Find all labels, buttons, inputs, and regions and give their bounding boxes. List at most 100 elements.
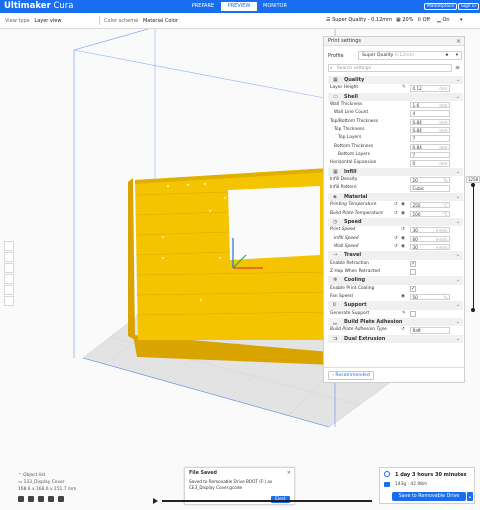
settings-category-dual-extrusion[interactable]: ⇉ Dual Extrusion ⌄ bbox=[328, 334, 463, 343]
scale-tool-icon[interactable] bbox=[4, 252, 14, 262]
setting-value-field[interactable]: 7 bbox=[410, 152, 450, 159]
setting-checkbox[interactable]: ✓ bbox=[410, 260, 417, 267]
link-icon[interactable]: ✎ bbox=[402, 84, 406, 92]
settings-category-cooling[interactable]: ❄ Cooling ⌄ bbox=[328, 276, 463, 285]
tab-monitor[interactable]: MONITOR bbox=[257, 2, 293, 11]
support-indicator[interactable]: ⌷ Off bbox=[418, 17, 430, 23]
setting-value-field[interactable]: 0.84 mm bbox=[410, 143, 450, 150]
profile-label: Profile bbox=[328, 53, 344, 59]
setting-value-field[interactable]: Cubic bbox=[410, 185, 450, 192]
quality-selector[interactable]: ☰ Super Quality - 0.12mm bbox=[326, 17, 392, 23]
move-tool-icon[interactable] bbox=[4, 241, 14, 251]
reset-icon[interactable]: ↺ bbox=[394, 235, 398, 243]
layer-slider-top-handle[interactable] bbox=[471, 183, 475, 187]
tab-preview[interactable]: PREVIEW bbox=[221, 2, 257, 11]
setting-value-field[interactable]: 250 °C bbox=[410, 202, 450, 209]
setting-value-field[interactable]: 1.6 mm bbox=[410, 102, 450, 109]
info-icon[interactable]: ◉ bbox=[401, 293, 405, 301]
setting-checkbox[interactable] bbox=[410, 268, 417, 276]
quality-icon: ☰ bbox=[326, 17, 331, 23]
setting-value-field[interactable]: 60 mm/s bbox=[410, 235, 450, 242]
settings-category-quality[interactable]: ▦ Quality ⌄ bbox=[328, 76, 463, 85]
setting-value-field[interactable]: 0.84 mm bbox=[410, 118, 450, 125]
profile-selector[interactable]: Super Quality 0.12mm ★ ▾ bbox=[358, 51, 462, 60]
setting-value-field[interactable]: 30 mm/s bbox=[410, 243, 450, 251]
delete-icon[interactable] bbox=[58, 496, 64, 502]
settings-category-speed[interactable]: ◷ Speed ⌄ bbox=[328, 217, 463, 227]
setting-label: Z Hop When Retracted bbox=[330, 268, 380, 274]
link-icon[interactable]: ✎ bbox=[402, 310, 406, 318]
setting-value-field[interactable]: 20% bbox=[410, 177, 450, 184]
close-icon[interactable]: × bbox=[287, 470, 291, 476]
linked-icon[interactable]: ◉ bbox=[401, 210, 405, 218]
setting-value-field[interactable]: 100 °C bbox=[410, 210, 450, 217]
setting-value-field[interactable]: 4 bbox=[410, 110, 450, 117]
settings-category-shell[interactable]: ▭ Shell ⌄ bbox=[328, 92, 463, 102]
settings-category-build-plate-adhesion[interactable]: ▁ Build Plate Adhesion ⌄ bbox=[328, 317, 463, 327]
marketplace-button[interactable]: Marketplace bbox=[424, 3, 457, 10]
reset-icon[interactable]: ↺ bbox=[401, 326, 405, 334]
layer-slider[interactable] bbox=[471, 183, 475, 313]
linked-icon[interactable]: ◉ bbox=[401, 235, 405, 243]
setting-label: Printing Temperature bbox=[330, 202, 377, 208]
linked-icon[interactable]: ◉ bbox=[401, 243, 405, 251]
reset-icon[interactable]: ↺ bbox=[394, 201, 398, 209]
linked-icon[interactable]: ◉ bbox=[401, 201, 405, 209]
reset-icon[interactable]: ↺ bbox=[401, 226, 405, 234]
reset-icon[interactable]: ↺ bbox=[394, 210, 398, 218]
rotate-tool-icon[interactable] bbox=[4, 263, 14, 273]
recommended-button[interactable]: ‹ Recommended bbox=[328, 371, 374, 380]
setting-value-field[interactable]: 50% bbox=[410, 293, 450, 301]
path-slider[interactable] bbox=[162, 500, 372, 502]
sign-in-button[interactable]: Sign in bbox=[458, 3, 479, 10]
setting-checkbox[interactable] bbox=[410, 310, 417, 317]
open-file-icon[interactable] bbox=[18, 496, 24, 502]
adhesion-indicator[interactable]: ▁ On bbox=[437, 17, 450, 23]
divider bbox=[99, 16, 100, 25]
support-blocker-icon[interactable] bbox=[4, 296, 14, 306]
search-input[interactable]: ⌕ Search settings bbox=[328, 64, 452, 72]
reset-icon[interactable]: ↺ bbox=[394, 243, 398, 251]
setting-value-field[interactable]: 0 mm bbox=[410, 160, 450, 167]
setting-checkbox[interactable]: ✓ bbox=[410, 285, 417, 292]
setting-value-field[interactable]: 0.12 mm bbox=[410, 85, 450, 92]
close-icon[interactable]: × bbox=[456, 38, 461, 45]
color-scheme-selector[interactable]: Color scheme Material Color bbox=[104, 18, 178, 24]
category-label: Dual Extrusion bbox=[344, 335, 386, 342]
setting-value-field[interactable]: 7 bbox=[410, 135, 450, 142]
view-type-selector[interactable]: View type Layer view bbox=[5, 18, 61, 24]
chevron-up-icon[interactable]: ▴ bbox=[467, 492, 473, 501]
duplicate-icon[interactable] bbox=[38, 496, 44, 502]
setting-value-field[interactable]: Raft bbox=[410, 327, 450, 334]
top-bar: Ultimaker Cura PREPARE PREVIEW MONITOR M… bbox=[0, 0, 480, 13]
save-to-removable-drive-button[interactable]: Save to Removable Drive bbox=[392, 492, 466, 501]
setting-bottom-thickness: Bottom Thickness 0.84 mm bbox=[328, 143, 463, 151]
arrange-icon[interactable] bbox=[28, 496, 34, 502]
settings-category-travel[interactable]: ⇢ Travel ⌄ bbox=[328, 251, 463, 260]
object-tools bbox=[18, 496, 68, 502]
settings-category-material[interactable]: ◈ Material ⌄ bbox=[328, 192, 463, 202]
layer-value[interactable]: 1258 bbox=[466, 176, 480, 183]
mirror-tool-icon[interactable] bbox=[4, 274, 14, 284]
category-icon: ▁ bbox=[333, 318, 337, 325]
chevron-down-icon[interactable]: ▾ bbox=[460, 17, 463, 23]
category-icon: ⌷ bbox=[333, 302, 337, 309]
settings-category-infill[interactable]: ▦ Infill ⌄ bbox=[328, 167, 463, 177]
star-icon[interactable]: ★ bbox=[445, 52, 449, 60]
setting-value-field[interactable]: 0.84 mm bbox=[410, 127, 450, 134]
object-info: ⌃ Object list ▭ 133_Display Cover 168.6 … bbox=[18, 472, 76, 493]
center-icon[interactable] bbox=[48, 496, 54, 502]
tab-prepare[interactable]: PREPARE bbox=[185, 2, 221, 11]
layer-slider-bottom-handle[interactable] bbox=[471, 308, 475, 312]
menu-icon[interactable]: ≡ bbox=[455, 64, 460, 71]
setting-label: Enable Print Cooling bbox=[330, 285, 375, 291]
infill-indicator[interactable]: ▦ 20% bbox=[396, 17, 413, 23]
per-model-settings-icon[interactable] bbox=[4, 285, 14, 295]
play-icon[interactable] bbox=[153, 498, 158, 504]
settings-category-support[interactable]: ⌷ Support ⌄ bbox=[328, 301, 463, 310]
chevron-down-icon: ⌄ bbox=[455, 168, 460, 175]
spool-icon bbox=[384, 482, 390, 487]
category-label: Build Plate Adhesion bbox=[344, 318, 403, 325]
setting-value-field[interactable]: 30 mm/s bbox=[410, 227, 450, 234]
object-list-toggle[interactable]: ⌃ Object list bbox=[18, 472, 76, 479]
